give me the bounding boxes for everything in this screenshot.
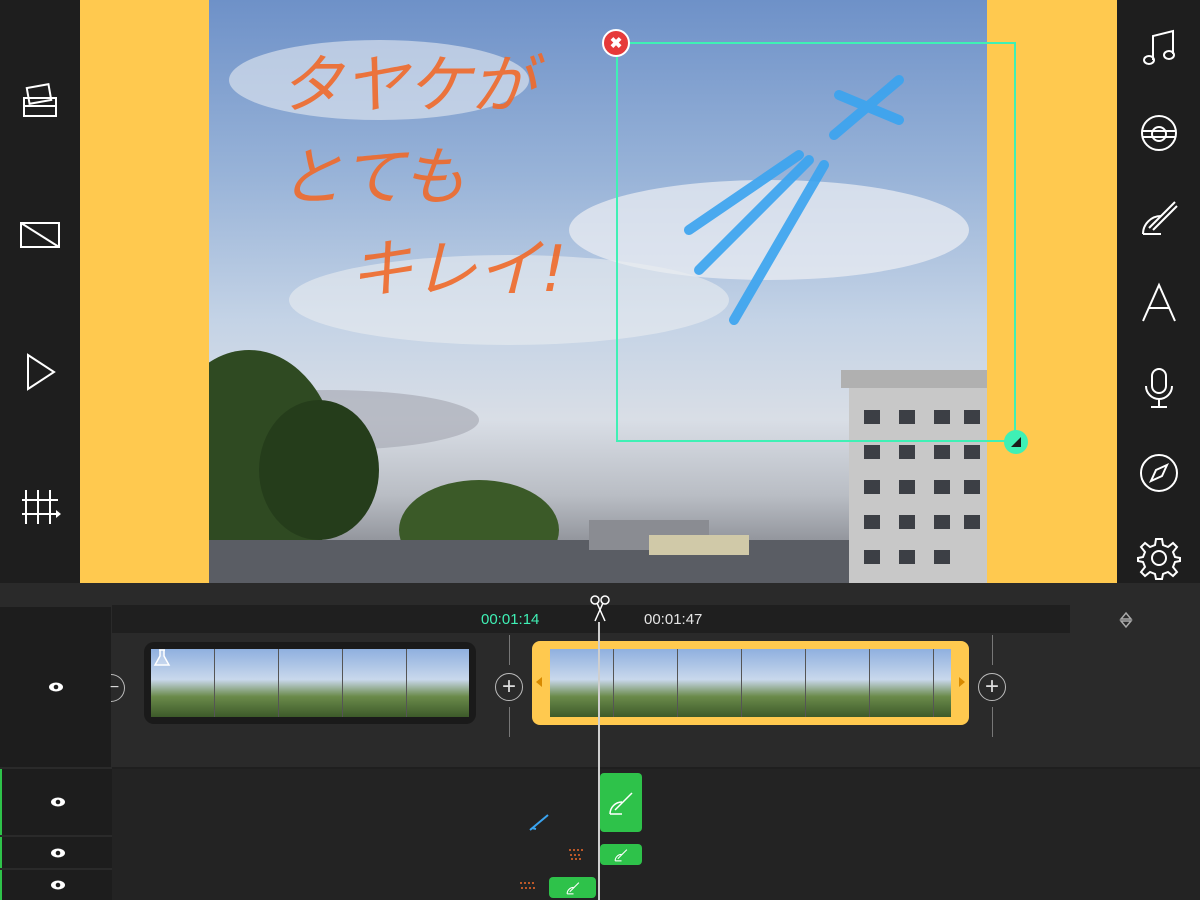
plus-icon: + [501, 673, 516, 700]
left-toolbar [0, 0, 80, 605]
transition-line [992, 707, 993, 737]
minus-icon: − [109, 679, 120, 696]
play-button[interactable] [12, 344, 68, 400]
timeline-editor-icon [22, 490, 61, 524]
settings-button[interactable] [1131, 530, 1187, 586]
brush-icon [609, 791, 633, 815]
drawing-text-line-3: キレイ! [349, 233, 567, 307]
current-time: 00:01:14 [481, 611, 540, 628]
drawing-thumbnail [567, 846, 585, 862]
selection-box[interactable] [616, 42, 1016, 442]
drawing-text-line-2: とても [279, 141, 466, 215]
sticker-button[interactable] [1131, 105, 1187, 161]
microphone-icon [1145, 368, 1173, 408]
brush-icon [614, 848, 628, 861]
brush-button[interactable] [1131, 190, 1187, 246]
settings-icon [1137, 538, 1181, 580]
add-transition-button[interactable]: + [495, 673, 523, 701]
track-visibility-toggle[interactable] [0, 769, 113, 835]
transition-line [509, 635, 510, 665]
drawing-overlay-clip[interactable] [600, 844, 642, 865]
timeline-editor-button[interactable] [12, 478, 68, 534]
media-library-button[interactable] [12, 72, 68, 128]
music-button[interactable] [1131, 20, 1187, 76]
track-height-toggle[interactable] [1118, 611, 1134, 634]
scissors-icon [590, 595, 610, 622]
sticker-icon [1141, 115, 1177, 151]
brush-icon [1142, 201, 1178, 235]
eye-icon [50, 797, 65, 807]
text-button[interactable] [1131, 275, 1187, 331]
playhead[interactable] [598, 622, 600, 900]
video-clip[interactable] [144, 642, 476, 724]
transition-line [992, 635, 993, 665]
clip-thumbnails [550, 649, 951, 717]
right-toolbar [1117, 0, 1200, 605]
play-icon [27, 353, 56, 391]
clip-thumbnails [151, 649, 469, 717]
resize-handle[interactable] [1004, 430, 1028, 454]
transition-line [509, 707, 510, 737]
expand-collapse-icon [1119, 611, 1133, 629]
track-visibility-toggle[interactable] [0, 837, 113, 868]
voiceover-button[interactable] [1131, 360, 1187, 416]
trim-left-handle[interactable] [536, 677, 542, 687]
transition-button[interactable] [1131, 445, 1187, 501]
flask-icon [152, 648, 172, 673]
drawing-text-line-1: タヤケが [279, 49, 535, 123]
plus-icon: + [984, 673, 999, 700]
drawing-overlay-clip[interactable] [600, 773, 642, 832]
aspect-ratio-icon [20, 222, 60, 248]
drawing-thumbnail [518, 878, 538, 892]
eye-icon [50, 848, 65, 857]
track-visibility-toggle[interactable] [0, 607, 111, 767]
aspect-ratio-button[interactable] [12, 207, 68, 263]
brush-icon [566, 881, 579, 894]
media-library-icon [23, 83, 57, 117]
eye-icon [48, 682, 63, 692]
text-icon [1142, 282, 1176, 322]
overlay-tracks-area [112, 769, 1200, 900]
resize-icon [1011, 437, 1021, 447]
drawing-overlay-clip[interactable] [549, 877, 596, 898]
delete-drawing-button[interactable]: ✖ [602, 29, 630, 57]
trim-right-handle[interactable] [959, 677, 965, 687]
drawing-thumbnail [528, 812, 552, 837]
compass-icon [1140, 454, 1178, 492]
eye-icon [50, 880, 65, 890]
track-visibility-toggle[interactable] [0, 870, 113, 900]
end-time: 00:01:47 [644, 611, 703, 628]
add-clip-button[interactable]: + [978, 673, 1006, 701]
close-icon: ✖ [609, 35, 623, 52]
music-icon [1143, 29, 1175, 65]
ruler-collapse-area [1070, 605, 1200, 633]
split-clip-button[interactable] [590, 595, 610, 628]
